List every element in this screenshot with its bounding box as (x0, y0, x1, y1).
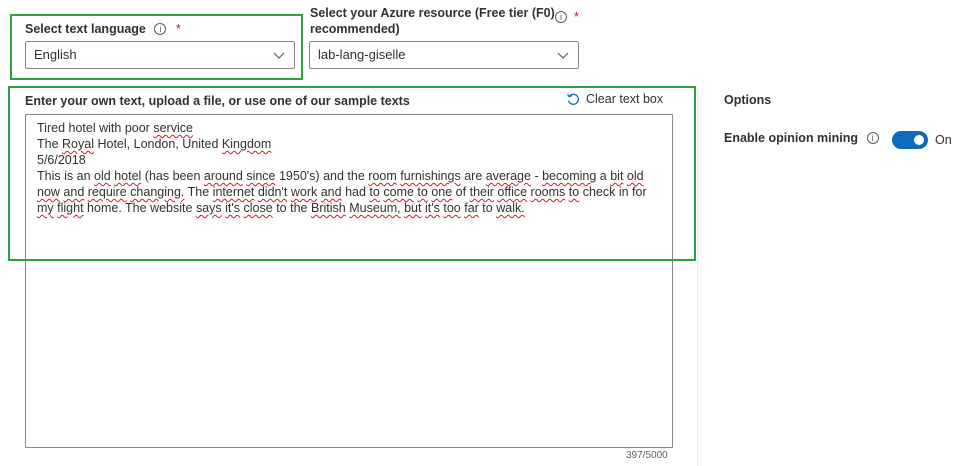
language-selected-value: English (34, 47, 77, 62)
language-label-text: Select text language (25, 22, 146, 36)
resource-label: Select your Azure resource (Free tier (F… (310, 5, 560, 37)
opinion-mining-toggle[interactable] (892, 131, 928, 149)
resource-selected-value: lab-lang-giselle (318, 47, 406, 62)
resource-label-line2: recommended) (310, 22, 400, 36)
chevron-down-icon (273, 52, 285, 59)
character-count: 397/5000 (626, 450, 668, 461)
opinion-mining-label: Enable opinion mining i (724, 130, 879, 146)
options-divider (697, 86, 698, 466)
resource-label-line1: Select your Azure resource (Free tier (F… (310, 6, 555, 20)
resource-dropdown[interactable]: lab-lang-giselle (309, 41, 579, 69)
toggle-state-label: On (935, 133, 952, 147)
language-dropdown[interactable]: English (25, 41, 295, 69)
info-icon[interactable]: i (555, 11, 567, 23)
text-highlight-box (8, 86, 696, 261)
opinion-mining-label-text: Enable opinion mining (724, 131, 859, 145)
required-mark: * (574, 9, 580, 24)
chevron-down-icon (557, 52, 569, 59)
info-icon[interactable]: i (154, 23, 167, 35)
language-label: Select text language i * (25, 21, 181, 37)
options-title: Options (724, 93, 772, 107)
required-mark: * (175, 22, 181, 36)
info-icon[interactable]: i (866, 132, 879, 144)
toggle-knob (914, 135, 924, 145)
